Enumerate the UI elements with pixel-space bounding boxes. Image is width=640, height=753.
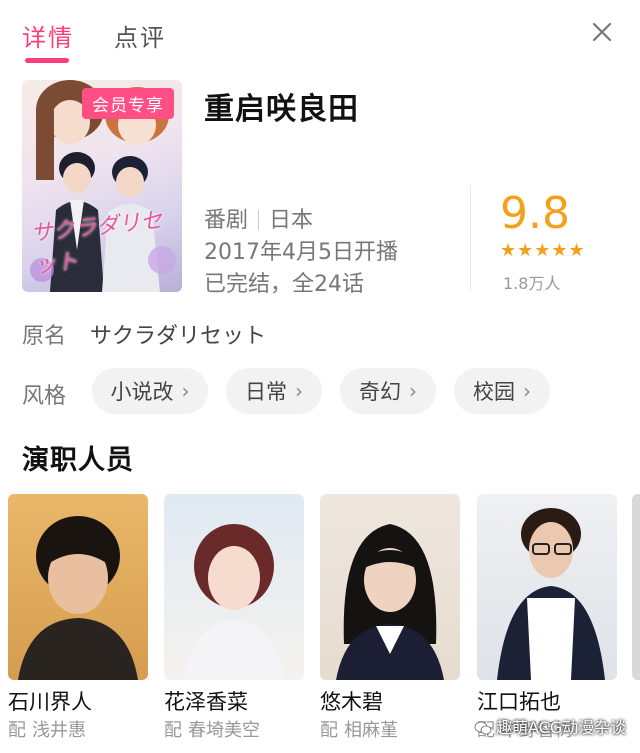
chevron-right-icon: › — [181, 379, 190, 403]
poster-image[interactable]: 会员专享 サクラダリセット — [22, 80, 182, 292]
style-tag-label: 奇幻 — [359, 380, 401, 404]
style-tag-daily-life[interactable]: 日常 › — [226, 368, 322, 414]
rater-count: 1.8万人 — [503, 274, 561, 293]
show-type: 番剧 — [204, 208, 249, 233]
original-name-value: サクラダリセット — [90, 324, 267, 349]
close-icon — [592, 22, 612, 42]
cast-card[interactable]: 悠木碧 配相麻堇 — [320, 494, 460, 753]
cast-role: 配相麻堇 — [320, 720, 398, 741]
cast-name: 石川界人 — [8, 690, 92, 714]
cast-section-title: 演职人员 — [22, 445, 134, 476]
score-divider — [470, 186, 471, 290]
style-label: 风格 — [22, 384, 67, 409]
cast-name: 江口拓也 — [477, 690, 561, 714]
rating-score: 9.8 — [500, 188, 570, 239]
cast-name: 花泽香菜 — [164, 690, 248, 714]
members-only-badge: 会员专享 — [82, 88, 174, 119]
style-tag-label: 校园 — [473, 380, 515, 404]
chevron-right-icon: › — [523, 379, 531, 403]
cast-role: 配春埼美空 — [164, 720, 260, 741]
premiere-date: 2017年4月5日开播 — [204, 240, 398, 265]
style-tag-fantasy[interactable]: 奇幻 › — [340, 368, 436, 414]
wechat-icon — [474, 721, 492, 735]
active-tab-indicator — [25, 58, 69, 63]
cast-card[interactable]: 石川界人 配浅井惠 — [8, 494, 148, 753]
cast-name: 悠木碧 — [320, 690, 383, 714]
style-tag-novel-adaptation[interactable]: 小说改 › — [92, 368, 208, 414]
cast-photo — [8, 494, 148, 680]
watermark: 趣萌ACG动漫杂谈 — [474, 714, 626, 738]
rating-stars-icon: ★★★★★ — [500, 240, 586, 261]
style-tag-label: 日常 — [245, 380, 287, 404]
tab-details[interactable]: 详情 — [22, 18, 74, 53]
cast-photo — [477, 494, 617, 680]
close-button[interactable] — [584, 14, 620, 50]
chevron-right-icon: › — [409, 379, 417, 403]
cast-card[interactable]: 花泽香菜 配春埼美空 — [164, 494, 304, 753]
tab-reviews[interactable]: 点评 — [114, 18, 166, 53]
cast-photo — [164, 494, 304, 680]
meta-divider — [258, 210, 260, 230]
show-title: 重启咲良田 — [204, 92, 359, 127]
cast-photo — [320, 494, 460, 680]
airing-status: 已完结，全24话 — [204, 272, 364, 297]
original-name-label: 原名 — [22, 324, 67, 349]
cast-role: 配浅井惠 — [8, 720, 86, 741]
tab-bar: 详情 点评 — [0, 0, 640, 68]
chevron-right-icon: › — [295, 379, 303, 403]
show-region: 日本 — [269, 208, 314, 233]
style-tag-school[interactable]: 校园 › — [454, 368, 550, 414]
style-tag-label: 小说改 — [110, 380, 174, 404]
show-type-region: 番剧 日本 — [204, 202, 313, 234]
cast-card-partial[interactable] — [632, 494, 640, 680]
